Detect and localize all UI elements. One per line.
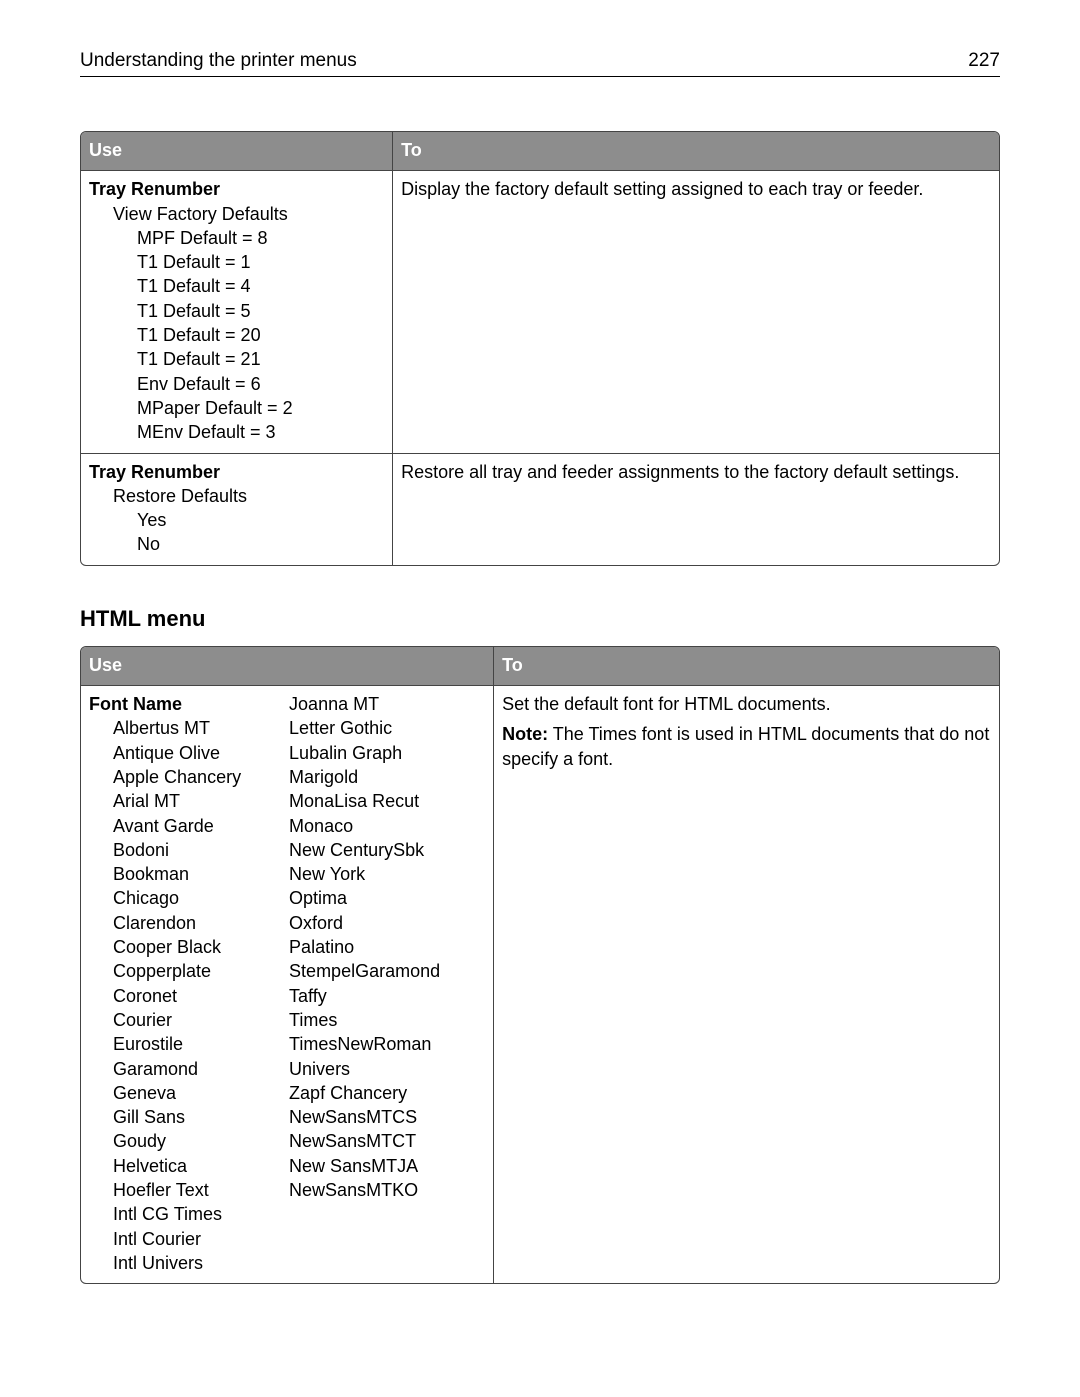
col-use-header: Use	[81, 132, 393, 171]
table-row: Tray Renumber View Factory Defaults MPF …	[81, 171, 999, 453]
use-item: T1 Default = 20	[89, 323, 384, 347]
font-item: Clarendon	[89, 911, 289, 935]
font-item: Letter Gothic	[289, 716, 489, 740]
font-item: Times	[289, 1008, 489, 1032]
use-item: No	[89, 532, 384, 556]
font-item: Taffy	[289, 984, 489, 1008]
font-item: New CenturySbk	[289, 838, 489, 862]
font-item: TimesNewRoman	[289, 1032, 489, 1056]
font-item: NewSansMTCS	[289, 1105, 489, 1129]
font-item: Geneva	[89, 1081, 289, 1105]
font-item: MonaLisa Recut	[289, 789, 489, 813]
use-title: Font Name	[89, 692, 289, 716]
font-item: Courier	[89, 1008, 289, 1032]
font-item: Apple Chancery	[89, 765, 289, 789]
html-menu-table: Use To Font Name Albertus MT Antique Oli…	[80, 646, 1000, 1284]
font-item: Optima	[289, 886, 489, 910]
use-sub: Restore Defaults	[89, 484, 384, 508]
font-item: NewSansMTCT	[289, 1129, 489, 1153]
to-cell: Set the default font for HTML documents.…	[494, 686, 999, 1283]
note-text: The Times font is used in HTML documents…	[502, 724, 989, 768]
font-item: New York	[289, 862, 489, 886]
use-title: Tray Renumber	[89, 177, 384, 201]
to-note: Note: The Times font is used in HTML doc…	[502, 722, 991, 771]
font-item: Intl CG Times	[89, 1202, 289, 1226]
use-cell: Tray Renumber View Factory Defaults MPF …	[81, 171, 393, 453]
use-item: Yes	[89, 508, 384, 532]
table-header-row: Use To	[81, 132, 999, 171]
font-item: Eurostile	[89, 1032, 289, 1056]
font-item: Copperplate	[89, 959, 289, 983]
table-header-row: Use To	[81, 647, 999, 686]
font-item: Helvetica	[89, 1154, 289, 1178]
font-item: Antique Olive	[89, 741, 289, 765]
font-item: NewSansMTKO	[289, 1178, 489, 1202]
use-cell: Tray Renumber Restore Defaults Yes No	[81, 454, 393, 565]
use-item: T1 Default = 21	[89, 347, 384, 371]
font-item: Gill Sans	[89, 1105, 289, 1129]
page-header: Understanding the printer menus 227	[80, 50, 1000, 77]
col-to-header: To	[393, 132, 999, 171]
header-title: Understanding the printer menus	[80, 50, 357, 72]
use-item: Env Default = 6	[89, 372, 384, 396]
font-item: Intl Courier	[89, 1227, 289, 1251]
font-item: Univers	[289, 1057, 489, 1081]
font-item: Goudy	[89, 1129, 289, 1153]
use-sub: View Factory Defaults	[89, 202, 384, 226]
font-item: Bookman	[89, 862, 289, 886]
use-item: MPF Default = 8	[89, 226, 384, 250]
to-cell: Display the factory default setting assi…	[393, 171, 999, 453]
font-item: Joanna MT	[289, 692, 489, 716]
font-item: Lubalin Graph	[289, 741, 489, 765]
col-to-header: To	[494, 647, 999, 686]
font-item: Bodoni	[89, 838, 289, 862]
to-cell: Restore all tray and feeder assignments …	[393, 454, 999, 565]
table-row: Tray Renumber Restore Defaults Yes No Re…	[81, 454, 999, 565]
to-line: Set the default font for HTML documents.	[502, 692, 991, 716]
page-number: 227	[968, 50, 1000, 72]
font-item: Garamond	[89, 1057, 289, 1081]
tray-renumber-table: Use To Tray Renumber View Factory Defaul…	[80, 131, 1000, 566]
note-label: Note:	[502, 724, 548, 744]
use-title: Tray Renumber	[89, 460, 384, 484]
use-cell: Font Name Albertus MT Antique Olive Appl…	[81, 686, 494, 1283]
font-item: Intl Univers	[89, 1251, 289, 1275]
font-item: Oxford	[289, 911, 489, 935]
font-item: Arial MT	[89, 789, 289, 813]
font-item: Hoefler Text	[89, 1178, 289, 1202]
table-row: Font Name Albertus MT Antique Olive Appl…	[81, 686, 999, 1283]
use-item: MPaper Default = 2	[89, 396, 384, 420]
font-item: Avant Garde	[89, 814, 289, 838]
font-item: Chicago	[89, 886, 289, 910]
use-item: T1 Default = 5	[89, 299, 384, 323]
use-item: T1 Default = 4	[89, 274, 384, 298]
font-item: Albertus MT	[89, 716, 289, 740]
font-item: Monaco	[289, 814, 489, 838]
use-item: MEnv Default = 3	[89, 420, 384, 444]
col-use-header: Use	[81, 647, 494, 686]
font-item: StempelGaramond	[289, 959, 489, 983]
font-item: Coronet	[89, 984, 289, 1008]
font-item: Palatino	[289, 935, 489, 959]
font-item: Marigold	[289, 765, 489, 789]
font-item: Zapf Chancery	[289, 1081, 489, 1105]
font-item: Cooper Black	[89, 935, 289, 959]
use-item: T1 Default = 1	[89, 250, 384, 274]
section-title-html-menu: HTML menu	[80, 606, 1000, 632]
font-item: New SansMTJA	[289, 1154, 489, 1178]
